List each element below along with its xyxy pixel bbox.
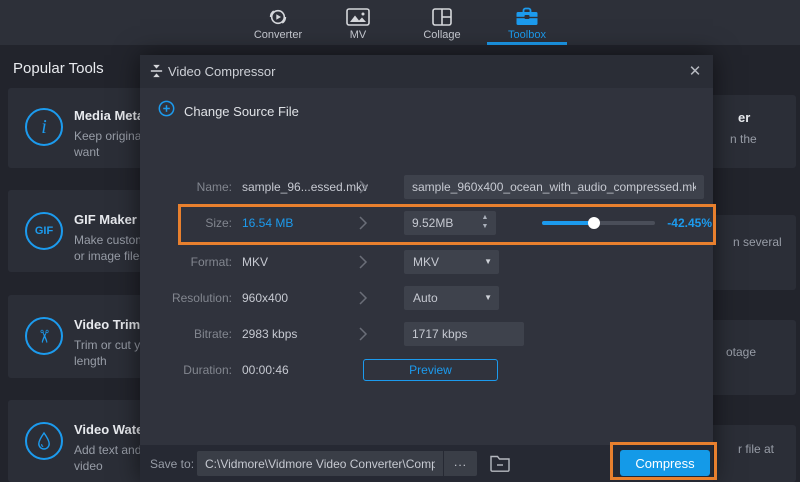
dialog-footer: Save to: ... Compress — [140, 445, 713, 482]
gif-icon: GIF — [25, 212, 63, 250]
bitrate-source-value: 2983 kbps — [242, 327, 297, 341]
bitrate-row: Bitrate: 2983 kbps — [140, 321, 713, 347]
preview-button[interactable]: Preview — [363, 359, 498, 381]
chevron-right-icon — [358, 326, 368, 347]
change-source-file-button[interactable]: Change Source File — [158, 101, 299, 121]
tab-converter[interactable]: Converter — [238, 0, 318, 45]
chevron-right-icon — [358, 290, 368, 311]
resolution-dropdown[interactable]: Auto ▼ — [404, 286, 499, 310]
plus-circle-icon — [158, 100, 175, 122]
size-source-value: 16.54 MB — [242, 216, 293, 230]
chevron-right-icon — [358, 215, 368, 236]
resolution-label: Resolution: — [140, 291, 232, 305]
size-slider-handle[interactable] — [588, 217, 600, 229]
tool-card-desc: n the — [730, 132, 757, 146]
output-bitrate-input[interactable] — [404, 322, 524, 346]
resolution-source-value: 960x400 — [242, 291, 288, 305]
resolution-dropdown-value: Auto — [413, 291, 438, 305]
resolution-row: Resolution: 960x400 Auto ▼ — [140, 285, 713, 311]
format-dropdown-value: MKV — [413, 255, 439, 269]
collage-icon — [402, 5, 482, 29]
top-navigation: Converter MV Collage — [0, 0, 800, 45]
stepper-up-icon[interactable]: ▲ — [482, 213, 489, 222]
active-tab-indicator — [487, 42, 567, 45]
compress-button[interactable]: Compress — [620, 450, 710, 476]
droplet-icon — [25, 422, 63, 460]
open-folder-icon[interactable] — [489, 454, 513, 474]
format-source-value: MKV — [242, 255, 268, 269]
tool-card-title: er — [738, 110, 750, 125]
duration-source-value: 00:00:46 — [242, 363, 289, 377]
tab-toolbox-label: Toolbox — [487, 29, 567, 41]
tool-card-partial[interactable]: r file at — [700, 425, 796, 482]
size-label: Size: — [140, 216, 232, 230]
size-slider[interactable] — [542, 221, 655, 225]
save-path-input[interactable] — [197, 451, 443, 476]
tab-mv-label: MV — [318, 29, 398, 41]
chevron-right-icon — [358, 254, 368, 275]
name-source-value: sample_96...essed.mkv — [242, 180, 368, 194]
dialog-header: Video Compressor ✕ — [140, 55, 713, 88]
tab-converter-label: Converter — [238, 29, 318, 41]
tool-card-desc: length — [74, 353, 107, 369]
app-window: Converter MV Collage — [0, 0, 800, 482]
output-name-input[interactable] — [404, 175, 704, 199]
format-label: Format: — [140, 255, 232, 269]
tab-collage-label: Collage — [402, 29, 482, 41]
duration-row: Duration: 00:00:46 Preview — [140, 357, 713, 383]
chevron-down-icon: ▼ — [484, 257, 492, 266]
format-dropdown[interactable]: MKV ▼ — [404, 250, 499, 274]
tool-card-desc: want — [74, 144, 99, 160]
tab-toolbox[interactable]: Toolbox — [487, 0, 567, 45]
tool-card-desc: otage — [726, 345, 756, 359]
chevron-right-icon — [358, 179, 368, 200]
toolbox-icon — [487, 5, 567, 29]
format-row: Format: MKV MKV ▼ — [140, 249, 713, 275]
close-icon[interactable]: ✕ — [685, 62, 705, 82]
chevron-down-icon: ▼ — [484, 293, 492, 302]
size-stepper: ▲ ▼ — [478, 213, 492, 231]
tool-card-desc: n several — [733, 235, 782, 249]
converter-icon — [238, 5, 318, 29]
popular-tools-heading: Popular Tools — [13, 60, 104, 77]
bitrate-label: Bitrate: — [140, 327, 232, 341]
tool-card-partial[interactable]: er n the — [700, 95, 796, 168]
tool-card-desc: or image files — [74, 248, 145, 264]
tab-collage[interactable]: Collage — [402, 0, 482, 45]
tool-card-partial[interactable]: otage — [700, 320, 796, 395]
browse-more-button[interactable]: ... — [444, 451, 477, 476]
size-reduction-percent: -42.45% — [652, 216, 712, 230]
duration-label: Duration: — [140, 363, 232, 377]
stepper-down-icon[interactable]: ▼ — [482, 222, 489, 231]
tool-card-desc: r file at — [738, 442, 774, 456]
info-icon: i — [25, 108, 63, 146]
name-row: Name: sample_96...essed.mkv — [140, 174, 713, 200]
change-source-file-label: Change Source File — [184, 104, 299, 119]
compressor-icon — [149, 63, 164, 84]
tool-card-title: GIF Maker — [74, 212, 137, 227]
video-compressor-dialog: Video Compressor ✕ Change Source File Na… — [140, 55, 713, 482]
name-label: Name: — [140, 180, 232, 194]
dialog-title: Video Compressor — [168, 64, 275, 79]
size-row: Size: 16.54 MB ▲ ▼ -42.45% — [140, 210, 713, 236]
save-to-label: Save to: — [150, 457, 194, 471]
size-slider-fill — [542, 221, 594, 225]
mv-icon — [318, 5, 398, 29]
scissors-icon: ✂ — [25, 317, 63, 355]
tool-card-desc: video — [74, 458, 103, 474]
tool-card-partial[interactable]: n several — [700, 215, 796, 290]
tab-mv[interactable]: MV — [318, 0, 398, 45]
